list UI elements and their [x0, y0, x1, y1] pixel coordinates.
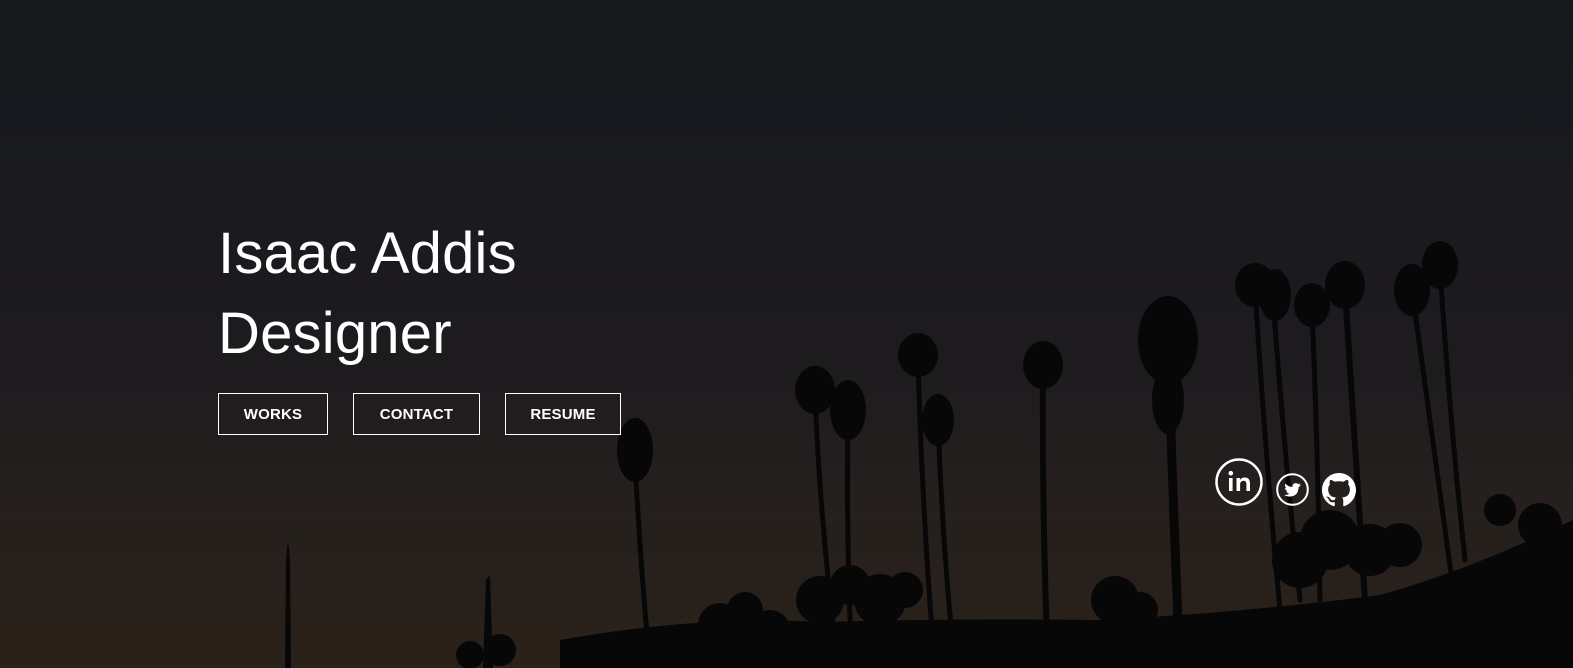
- works-button[interactable]: WORKS: [218, 393, 328, 435]
- github-link[interactable]: [1322, 473, 1356, 507]
- hero-button-group: WORKS CONTACT RESUME: [218, 393, 621, 435]
- hero-heading: Isaac Addis Designer: [218, 214, 517, 374]
- hero-section: Isaac Addis Designer WORKS CONTACT RESUM…: [0, 0, 1573, 668]
- contact-button[interactable]: CONTACT: [353, 393, 480, 435]
- resume-button[interactable]: RESUME: [505, 393, 621, 435]
- linkedin-icon: [1215, 458, 1263, 506]
- twitter-link[interactable]: [1276, 473, 1309, 506]
- github-icon: [1322, 473, 1356, 507]
- linkedin-link[interactable]: [1215, 458, 1263, 506]
- hero-name: Isaac Addis: [218, 221, 517, 286]
- twitter-icon: [1276, 473, 1309, 506]
- social-links: [1215, 458, 1375, 518]
- hero-role: Designer: [218, 301, 452, 366]
